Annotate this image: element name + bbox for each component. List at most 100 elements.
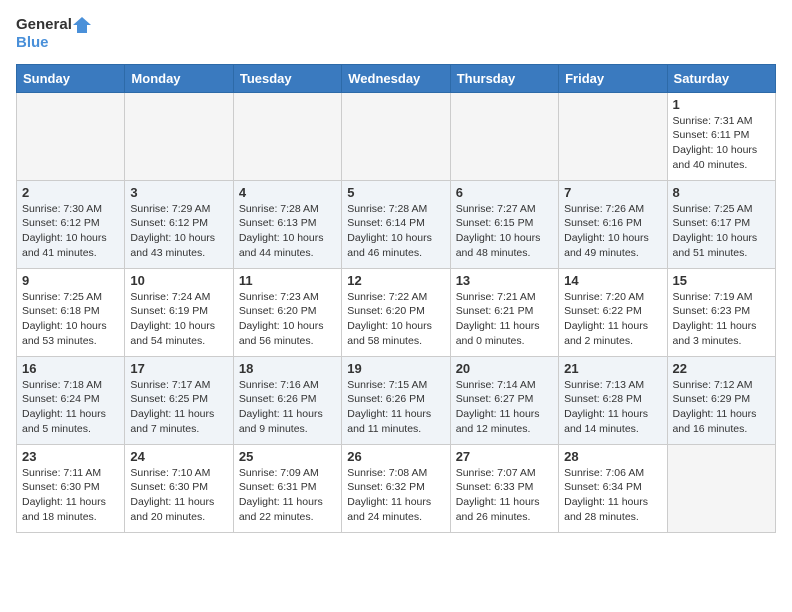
day-info: Sunrise: 7:23 AM Sunset: 6:20 PM Dayligh… [239, 290, 336, 349]
page-header: General Blue [16, 16, 776, 52]
day-info: Sunrise: 7:25 AM Sunset: 6:18 PM Dayligh… [22, 290, 119, 349]
day-info: Sunrise: 7:21 AM Sunset: 6:21 PM Dayligh… [456, 290, 553, 349]
day-number: 5 [347, 185, 444, 200]
day-number: 4 [239, 185, 336, 200]
day-info: Sunrise: 7:20 AM Sunset: 6:22 PM Dayligh… [564, 290, 661, 349]
day-number: 16 [22, 361, 119, 376]
calendar-cell [667, 444, 775, 532]
day-number: 25 [239, 449, 336, 464]
calendar-header-saturday: Saturday [667, 64, 775, 92]
logo-blue: Blue [16, 34, 49, 51]
calendar-cell [17, 92, 125, 180]
logo: General Blue [16, 16, 92, 52]
day-number: 11 [239, 273, 336, 288]
day-number: 1 [673, 97, 770, 112]
day-number: 28 [564, 449, 661, 464]
day-number: 3 [130, 185, 227, 200]
day-info: Sunrise: 7:08 AM Sunset: 6:32 PM Dayligh… [347, 466, 444, 525]
calendar-cell: 21 Sunrise: 7:13 AM Sunset: 6:28 PM Dayli… [559, 356, 667, 444]
calendar-cell: 14Sunrise: 7:20 AM Sunset: 6:22 PM Dayli… [559, 268, 667, 356]
day-info: Sunrise: 7:09 AM Sunset: 6:31 PM Dayligh… [239, 466, 336, 525]
day-info: Sunrise: 7:28 AM Sunset: 6:13 PM Dayligh… [239, 202, 336, 261]
calendar-cell: 28 Sunrise: 7:06 AM Sunset: 6:34 PM Dayli… [559, 444, 667, 532]
day-info: Sunrise: 7:12 AM Sunset: 6:29 PM Dayligh… [673, 378, 770, 437]
calendar-cell: 3 Sunrise: 7:29 AM Sunset: 6:12 PM Daylig… [125, 180, 233, 268]
calendar-cell: 17 Sunrise: 7:17 AM Sunset: 6:25 PM Dayli… [125, 356, 233, 444]
day-info: Sunrise: 7:30 AM Sunset: 6:12 PM Dayligh… [22, 202, 119, 261]
day-info: Sunrise: 7:28 AM Sunset: 6:14 PM Dayligh… [347, 202, 444, 261]
day-number: 22 [673, 361, 770, 376]
day-info: Sunrise: 7:06 AM Sunset: 6:34 PM Dayligh… [564, 466, 661, 525]
calendar-cell: 2 Sunrise: 7:30 AM Sunset: 6:12 PM Daylig… [17, 180, 125, 268]
day-info: Sunrise: 7:17 AM Sunset: 6:25 PM Dayligh… [130, 378, 227, 437]
calendar-week-row: 1Sunrise: 7:31 AM Sunset: 6:11 PM Daylig… [17, 92, 776, 180]
calendar-header-sunday: Sunday [17, 64, 125, 92]
calendar-cell: 27 Sunrise: 7:07 AM Sunset: 6:33 PM Dayli… [450, 444, 558, 532]
day-info: Sunrise: 7:18 AM Sunset: 6:24 PM Dayligh… [22, 378, 119, 437]
day-number: 27 [456, 449, 553, 464]
day-info: Sunrise: 7:15 AM Sunset: 6:26 PM Dayligh… [347, 378, 444, 437]
day-number: 20 [456, 361, 553, 376]
calendar-cell [559, 92, 667, 180]
calendar-header-monday: Monday [125, 64, 233, 92]
calendar-cell [233, 92, 341, 180]
day-info: Sunrise: 7:27 AM Sunset: 6:15 PM Dayligh… [456, 202, 553, 261]
day-info: Sunrise: 7:22 AM Sunset: 6:20 PM Dayligh… [347, 290, 444, 349]
calendar-header-row: SundayMondayTuesdayWednesdayThursdayFrid… [17, 64, 776, 92]
day-number: 9 [22, 273, 119, 288]
day-info: Sunrise: 7:19 AM Sunset: 6:23 PM Dayligh… [673, 290, 770, 349]
day-number: 13 [456, 273, 553, 288]
calendar-cell: 4 Sunrise: 7:28 AM Sunset: 6:13 PM Daylig… [233, 180, 341, 268]
day-info: Sunrise: 7:13 AM Sunset: 6:28 PM Dayligh… [564, 378, 661, 437]
day-info: Sunrise: 7:14 AM Sunset: 6:27 PM Dayligh… [456, 378, 553, 437]
calendar-cell: 25 Sunrise: 7:09 AM Sunset: 6:31 PM Dayli… [233, 444, 341, 532]
calendar-table: SundayMondayTuesdayWednesdayThursdayFrid… [16, 64, 776, 533]
calendar-week-row: 9 Sunrise: 7:25 AM Sunset: 6:18 PM Daylig… [17, 268, 776, 356]
day-number: 21 [564, 361, 661, 376]
day-number: 24 [130, 449, 227, 464]
day-number: 23 [22, 449, 119, 464]
day-number: 10 [130, 273, 227, 288]
calendar-cell: 12 Sunrise: 7:22 AM Sunset: 6:20 PM Dayli… [342, 268, 450, 356]
day-number: 15 [673, 273, 770, 288]
day-info: Sunrise: 7:10 AM Sunset: 6:30 PM Dayligh… [130, 466, 227, 525]
calendar-week-row: 2 Sunrise: 7:30 AM Sunset: 6:12 PM Daylig… [17, 180, 776, 268]
calendar-week-row: 23Sunrise: 7:11 AM Sunset: 6:30 PM Dayli… [17, 444, 776, 532]
calendar-cell: 8Sunrise: 7:25 AM Sunset: 6:17 PM Daylig… [667, 180, 775, 268]
calendar-header-friday: Friday [559, 64, 667, 92]
calendar-cell: 24 Sunrise: 7:10 AM Sunset: 6:30 PM Dayli… [125, 444, 233, 532]
day-info: Sunrise: 7:24 AM Sunset: 6:19 PM Dayligh… [130, 290, 227, 349]
day-info: Sunrise: 7:29 AM Sunset: 6:12 PM Dayligh… [130, 202, 227, 261]
day-info: Sunrise: 7:07 AM Sunset: 6:33 PM Dayligh… [456, 466, 553, 525]
logo-general: General [16, 16, 72, 33]
logo-container: General Blue [16, 16, 92, 52]
day-number: 12 [347, 273, 444, 288]
calendar-header-wednesday: Wednesday [342, 64, 450, 92]
calendar-week-row: 16 Sunrise: 7:18 AM Sunset: 6:24 PM Dayli… [17, 356, 776, 444]
calendar-cell: 18 Sunrise: 7:16 AM Sunset: 6:26 PM Dayli… [233, 356, 341, 444]
day-number: 19 [347, 361, 444, 376]
calendar-cell: 20 Sunrise: 7:14 AM Sunset: 6:27 PM Dayli… [450, 356, 558, 444]
calendar-header-tuesday: Tuesday [233, 64, 341, 92]
day-number: 6 [456, 185, 553, 200]
day-number: 18 [239, 361, 336, 376]
calendar-cell: 16 Sunrise: 7:18 AM Sunset: 6:24 PM Dayli… [17, 356, 125, 444]
calendar-cell [125, 92, 233, 180]
calendar-cell: 26 Sunrise: 7:08 AM Sunset: 6:32 PM Dayli… [342, 444, 450, 532]
calendar-cell: 1Sunrise: 7:31 AM Sunset: 6:11 PM Daylig… [667, 92, 775, 180]
calendar-cell: 9 Sunrise: 7:25 AM Sunset: 6:18 PM Daylig… [17, 268, 125, 356]
day-info: Sunrise: 7:26 AM Sunset: 6:16 PM Dayligh… [564, 202, 661, 261]
calendar-cell: 15 Sunrise: 7:19 AM Sunset: 6:23 PM Dayli… [667, 268, 775, 356]
calendar-cell: 7 Sunrise: 7:26 AM Sunset: 6:16 PM Daylig… [559, 180, 667, 268]
day-info: Sunrise: 7:16 AM Sunset: 6:26 PM Dayligh… [239, 378, 336, 437]
day-number: 8 [673, 185, 770, 200]
logo-bird-icon [73, 16, 91, 34]
day-number: 26 [347, 449, 444, 464]
day-number: 7 [564, 185, 661, 200]
calendar-header-thursday: Thursday [450, 64, 558, 92]
calendar-cell: 13 Sunrise: 7:21 AM Sunset: 6:21 PM Dayli… [450, 268, 558, 356]
day-number: 17 [130, 361, 227, 376]
day-number: 2 [22, 185, 119, 200]
calendar-cell: 11 Sunrise: 7:23 AM Sunset: 6:20 PM Dayli… [233, 268, 341, 356]
calendar-cell: 6 Sunrise: 7:27 AM Sunset: 6:15 PM Daylig… [450, 180, 558, 268]
